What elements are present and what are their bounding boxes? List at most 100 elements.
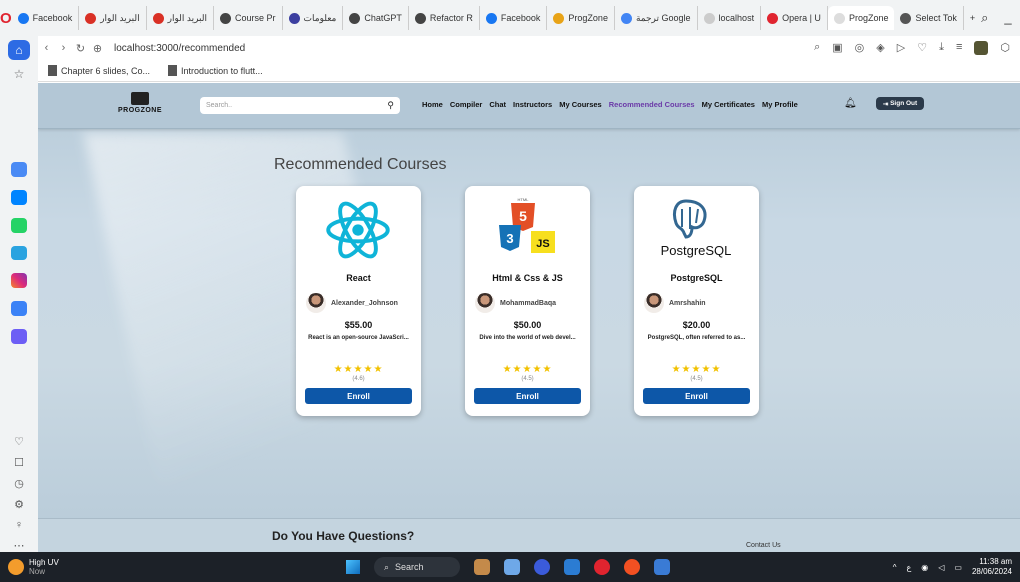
new-tab-button[interactable]: + bbox=[964, 6, 981, 30]
browser-tab[interactable]: Facebook bbox=[12, 6, 80, 30]
instagram-app-icon[interactable] bbox=[11, 273, 27, 289]
course-card[interactable]: 5 3 JS HTML Html & Css & JS MohammadBaqa $50.0… bbox=[465, 186, 590, 416]
opera-icon[interactable] bbox=[594, 559, 610, 575]
taskbar-search[interactable]: ⌕ Search bbox=[374, 557, 460, 577]
url-field[interactable]: localhost:3000/recommended bbox=[114, 43, 245, 54]
search-tabs-icon[interactable]: ⌕ bbox=[981, 10, 988, 26]
browser-sidebar: ⌂ ☆ ♡ ☐ ◷ ⚙ ♀ ⋯ bbox=[0, 36, 38, 552]
nav-link-my-profile[interactable]: My Profile bbox=[762, 100, 798, 109]
download-icon[interactable]: ⤓ bbox=[939, 41, 944, 55]
snapshot-icon[interactable]: ▣ bbox=[832, 41, 842, 55]
site-info-icon[interactable]: ⊕ bbox=[89, 42, 106, 55]
bookmark-item[interactable]: Chapter 6 slides, Co... bbox=[48, 65, 150, 76]
history-icon[interactable]: ◷ bbox=[14, 477, 24, 490]
browser-tab[interactable]: البريد الوار bbox=[147, 6, 215, 30]
course-card[interactable]: PostgreSQL PostgreSQL Amrshahin $20.00 Postg… bbox=[634, 186, 759, 416]
extensions-icon[interactable]: ⬡ bbox=[1000, 41, 1010, 55]
course-description: React is an open-source JavaScri... bbox=[308, 335, 409, 341]
nav-link-my-certificates[interactable]: My Certificates bbox=[702, 100, 755, 109]
browser-tab[interactable]: Refactor R bbox=[409, 6, 480, 30]
course-price: $20.00 bbox=[682, 320, 711, 330]
react-logo-icon bbox=[318, 196, 398, 264]
search-icon[interactable]: ⌕ bbox=[814, 41, 820, 55]
nav-link-instructors[interactable]: Instructors bbox=[513, 100, 552, 109]
favicon-icon bbox=[17, 12, 29, 24]
nav-link-chat[interactable]: Chat bbox=[489, 100, 506, 109]
browser-tab[interactable]: Facebook bbox=[480, 6, 548, 30]
wifi-icon[interactable]: ◉ bbox=[921, 563, 928, 572]
course-author[interactable]: Alexander_Johnson bbox=[306, 293, 398, 313]
language-indicator[interactable]: ع bbox=[906, 563, 911, 572]
player-app-icon[interactable] bbox=[11, 329, 27, 344]
windows-start-icon[interactable] bbox=[346, 560, 360, 574]
browser-tab[interactable]: معلومات bbox=[283, 6, 344, 30]
nav-link-home[interactable]: Home bbox=[422, 100, 443, 109]
more-icon[interactable]: ⋯ bbox=[14, 539, 25, 552]
clock[interactable]: 11:38 am 28/06/2024 bbox=[972, 557, 1012, 577]
nav-link-recommended-courses[interactable]: Recommended Courses bbox=[609, 100, 695, 109]
enroll-button[interactable]: Enroll bbox=[474, 388, 581, 404]
enroll-button[interactable]: Enroll bbox=[643, 388, 750, 404]
browser-tab[interactable]: Opera | U bbox=[761, 6, 828, 30]
weather-widget[interactable]: High UV Now bbox=[0, 558, 59, 576]
heart-icon[interactable]: ♡ bbox=[917, 41, 927, 55]
whatsapp-app-icon[interactable] bbox=[11, 217, 27, 233]
messenger-app-icon[interactable] bbox=[11, 190, 27, 205]
browser-tab[interactable]: Select Tok bbox=[894, 6, 964, 30]
file-explorer-icon[interactable] bbox=[504, 559, 520, 575]
music-app-icon[interactable] bbox=[11, 301, 27, 317]
star-rating-icon: ★★★★★ bbox=[502, 364, 553, 375]
course-author[interactable]: MohammadBaqa bbox=[475, 293, 556, 313]
main-nav: Home Compiler Chat Instructors My Courses Rec… bbox=[422, 100, 798, 109]
site-search-input[interactable]: Search.. ⚲ bbox=[200, 97, 400, 114]
browser-tab[interactable]: Course Pr bbox=[214, 6, 283, 30]
browser-tab[interactable]: ProgZone bbox=[547, 6, 615, 30]
nav-link-my-courses[interactable]: My Courses bbox=[559, 100, 602, 109]
chat-app-icon[interactable] bbox=[534, 559, 550, 575]
avatar-icon[interactable] bbox=[974, 41, 989, 55]
vscode-icon[interactable] bbox=[564, 559, 580, 575]
search-icon[interactable]: ⚲ bbox=[387, 100, 394, 111]
battery-icon[interactable]: ▭ bbox=[954, 563, 962, 572]
browser-tab[interactable]: ChatGPT bbox=[343, 6, 409, 30]
system-tray: ^ ع ◉ ◁ ▭ 11:38 am 28/06/2024 bbox=[893, 557, 1020, 577]
site-header: PROGZONE Search.. ⚲ Home Compiler Chat Inst… bbox=[38, 83, 1020, 129]
minimize-icon[interactable]: _ bbox=[1004, 10, 1011, 26]
forward-icon[interactable]: › bbox=[55, 42, 72, 54]
settings-icon[interactable]: ⚙ bbox=[14, 498, 24, 511]
browser-tab[interactable]: ProgZone bbox=[827, 6, 895, 30]
avatar bbox=[644, 293, 664, 313]
star-icon[interactable]: ☆ bbox=[8, 64, 30, 84]
home-icon[interactable]: ⌂ bbox=[8, 40, 30, 61]
notes-icon[interactable] bbox=[654, 559, 670, 575]
chevron-up-icon[interactable]: ^ bbox=[893, 563, 897, 572]
shield-icon[interactable]: ◈ bbox=[876, 41, 884, 55]
camera-icon[interactable]: ◎ bbox=[855, 41, 865, 55]
back-icon[interactable]: ‹ bbox=[38, 42, 55, 54]
aria-app-icon[interactable] bbox=[11, 162, 27, 178]
progzone-logo[interactable]: PROGZONE bbox=[108, 92, 172, 114]
contact-us-link[interactable]: Contact Us bbox=[746, 542, 781, 549]
brave-icon[interactable] bbox=[624, 559, 640, 575]
enroll-button[interactable]: Enroll bbox=[305, 388, 412, 404]
browser-tab[interactable]: ترجمة Google bbox=[615, 6, 698, 30]
telegram-app-icon[interactable] bbox=[11, 245, 27, 261]
lightbulb-icon[interactable]: ♀ bbox=[15, 519, 23, 531]
heart-icon[interactable]: ♡ bbox=[14, 435, 24, 448]
star-rating-icon: ★★★★★ bbox=[333, 364, 384, 375]
nav-link-compiler[interactable]: Compiler bbox=[450, 100, 483, 109]
send-icon[interactable]: ▷ bbox=[897, 41, 905, 55]
reload-icon[interactable]: ↻ bbox=[72, 42, 89, 55]
sign-out-button[interactable]: ⇥ Sign Out bbox=[876, 97, 924, 110]
volume-icon[interactable]: ◁ bbox=[938, 563, 944, 572]
menu-icon[interactable]: ≡ bbox=[956, 41, 962, 55]
browser-tab[interactable]: البريد الوار bbox=[79, 6, 147, 30]
opera-logo-icon[interactable]: O bbox=[0, 0, 12, 36]
bookmark-item[interactable]: Introduction to flutt... bbox=[168, 65, 263, 76]
widgets-icon[interactable] bbox=[474, 559, 490, 575]
bell-icon[interactable]: 🔔︎ bbox=[844, 98, 857, 109]
course-author[interactable]: Amrshahin bbox=[644, 293, 706, 313]
course-card[interactable]: React Alexander_Johnson $55.00 React is an … bbox=[296, 186, 421, 416]
chat-icon[interactable]: ☐ bbox=[14, 456, 24, 469]
browser-tab[interactable]: localhost bbox=[698, 6, 762, 30]
